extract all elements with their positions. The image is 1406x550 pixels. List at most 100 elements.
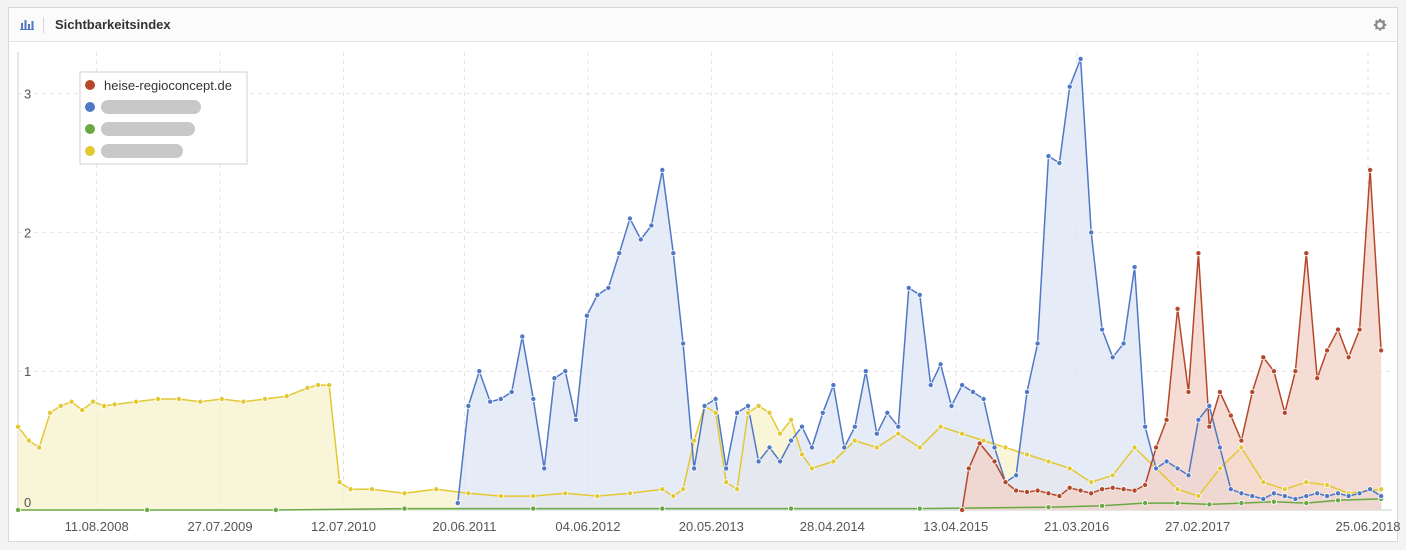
series-4-point bbox=[799, 451, 806, 458]
series-2-point bbox=[1153, 465, 1160, 472]
series-4-point bbox=[261, 395, 268, 402]
series-4-point bbox=[240, 398, 247, 405]
x-tick-label: 20.05.2013 bbox=[679, 519, 744, 534]
series-2-point bbox=[1109, 354, 1116, 361]
series-2-point bbox=[616, 250, 623, 257]
heise-regioconcept-point bbox=[1163, 416, 1170, 423]
y-tick-label: 0 bbox=[24, 495, 31, 510]
series-4-point bbox=[659, 486, 666, 493]
series-2-point bbox=[637, 236, 644, 243]
series-4-point bbox=[315, 382, 322, 389]
series-4-point bbox=[712, 409, 719, 416]
heise-regioconcept-point bbox=[1249, 388, 1256, 395]
series-4-point bbox=[1045, 458, 1052, 465]
series-4-point bbox=[670, 493, 677, 500]
series-4-point bbox=[154, 395, 161, 402]
series-2-point bbox=[970, 388, 977, 395]
series-4-point bbox=[57, 402, 64, 409]
series-3-point bbox=[1174, 500, 1181, 507]
x-tick-label: 13.04.2015 bbox=[923, 519, 988, 534]
series-2-point bbox=[1303, 493, 1310, 500]
series-2-point bbox=[487, 398, 494, 405]
series-3-point bbox=[1045, 504, 1052, 511]
series-2-point bbox=[1260, 495, 1267, 502]
series-4-point bbox=[101, 402, 108, 409]
series-2-point bbox=[808, 444, 815, 451]
heise-regioconcept-point bbox=[1077, 487, 1084, 494]
series-2-point bbox=[895, 423, 902, 430]
heise-regioconcept-point bbox=[1314, 375, 1321, 382]
series-2-point bbox=[1367, 486, 1374, 493]
series-4-point bbox=[1088, 479, 1095, 486]
series-4-point bbox=[133, 398, 140, 405]
series-2-point bbox=[1356, 490, 1363, 497]
series-2-point bbox=[454, 500, 461, 507]
series-4-point bbox=[626, 490, 633, 497]
series-4-point bbox=[25, 437, 32, 444]
series-2-point bbox=[1142, 423, 1149, 430]
heise-regioconcept-point bbox=[1024, 488, 1031, 495]
heise-regioconcept-point bbox=[1378, 347, 1385, 354]
series-4-point bbox=[734, 486, 741, 493]
x-tick-label: 11.08.2008 bbox=[65, 519, 129, 534]
series-4-point bbox=[401, 490, 408, 497]
series-2-point bbox=[1099, 326, 1106, 333]
series-4-point bbox=[68, 398, 75, 405]
heise-regioconcept-point bbox=[1120, 486, 1127, 493]
series-3-point bbox=[14, 506, 21, 513]
series-4-point bbox=[1281, 486, 1288, 493]
series-2-point bbox=[723, 465, 730, 472]
series-4-point bbox=[347, 486, 354, 493]
visibility-chart: 0 1 2 3 11.08.2008 27.07.2009 12.07.2010 20.06… bbox=[14, 52, 1401, 534]
heise-regioconcept-point bbox=[1088, 490, 1095, 497]
series-4-point bbox=[777, 430, 784, 437]
series-2-point bbox=[1335, 490, 1342, 497]
series-2-point bbox=[937, 361, 944, 368]
series-4-point bbox=[336, 479, 343, 486]
series-3-point bbox=[401, 505, 408, 512]
legend-marker bbox=[85, 80, 95, 90]
series-4-point bbox=[326, 382, 333, 389]
x-tick-label: 12.07.2010 bbox=[311, 519, 376, 534]
series-4-point bbox=[745, 409, 752, 416]
heise-regioconcept-point bbox=[1153, 444, 1160, 451]
series-2-point bbox=[1216, 444, 1223, 451]
series-3-point bbox=[1270, 498, 1277, 505]
series-4-point bbox=[497, 493, 504, 500]
series-2-point bbox=[1281, 493, 1288, 500]
series-2-point bbox=[788, 437, 795, 444]
series-4-point bbox=[691, 437, 698, 444]
series-4-point bbox=[36, 444, 43, 451]
heise-regioconcept-point bbox=[1131, 487, 1138, 494]
series-2-point bbox=[594, 291, 601, 298]
legend-marker bbox=[85, 146, 95, 156]
series-4-point bbox=[218, 395, 225, 402]
series-3-point bbox=[530, 505, 537, 512]
heise-regioconcept-point bbox=[1195, 250, 1202, 257]
series-2-point bbox=[948, 402, 955, 409]
series-3-point bbox=[1238, 500, 1245, 507]
series-2-point bbox=[701, 402, 708, 409]
series-3-point bbox=[272, 506, 279, 513]
series-4-point bbox=[47, 409, 54, 416]
x-tick-label: 04.06.2012 bbox=[555, 519, 620, 534]
series-2-point bbox=[1034, 340, 1041, 347]
series-4-point bbox=[14, 423, 21, 430]
series-2-point bbox=[659, 166, 666, 173]
series-4-point bbox=[283, 393, 290, 400]
heise-regioconcept-point bbox=[1324, 347, 1331, 354]
series-2-point bbox=[1206, 402, 1213, 409]
series-4-point bbox=[79, 407, 86, 414]
y-tick-label: 3 bbox=[24, 87, 31, 102]
heise-regioconcept-point bbox=[959, 506, 966, 513]
series-4-point bbox=[895, 430, 902, 437]
y-tick-label: 2 bbox=[24, 225, 31, 240]
series-2-point bbox=[648, 222, 655, 229]
series-4-point bbox=[680, 486, 687, 493]
series-4-point bbox=[1174, 486, 1181, 493]
heise-regioconcept-point bbox=[1367, 166, 1374, 173]
series-4-point bbox=[755, 402, 762, 409]
series-4-point bbox=[175, 395, 182, 402]
series-2-point bbox=[1292, 495, 1299, 502]
series-2-point bbox=[476, 368, 483, 375]
